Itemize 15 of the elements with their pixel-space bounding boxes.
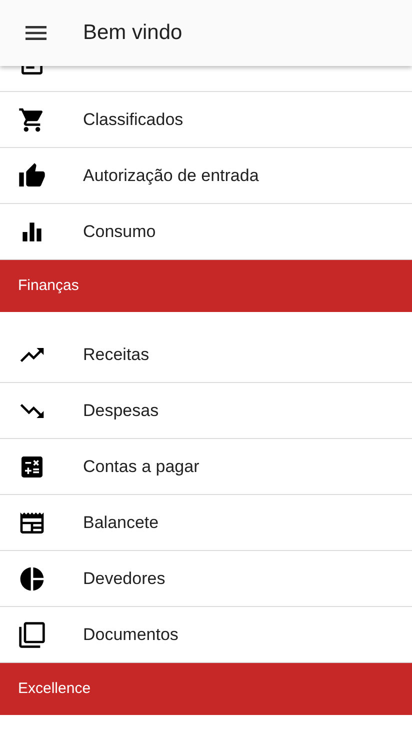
section-header: Excellence: [0, 663, 412, 715]
menu-item[interactable]: Balancete: [0, 495, 412, 550]
menu-item[interactable]: Contas a pagar: [0, 439, 412, 494]
menu-item[interactable]: Receitas: [0, 327, 412, 382]
menu-item[interactable]: Documentos: [0, 607, 412, 662]
menu-item[interactable]: Classificados: [0, 92, 412, 147]
menu-item[interactable]: Autorização de entrada: [0, 148, 412, 203]
pie-chart-icon: [18, 564, 46, 592]
stacked-squares-icon: [18, 620, 46, 648]
menu-item[interactable]: Consumo: [0, 204, 412, 259]
thumbs-up-icon: [18, 162, 46, 190]
section-header: Finanças: [0, 260, 412, 312]
menu-item[interactable]: Despesas: [0, 383, 412, 438]
app-title: Bem vindo: [83, 20, 182, 46]
menu-item[interactable]: Devedores: [0, 551, 412, 606]
